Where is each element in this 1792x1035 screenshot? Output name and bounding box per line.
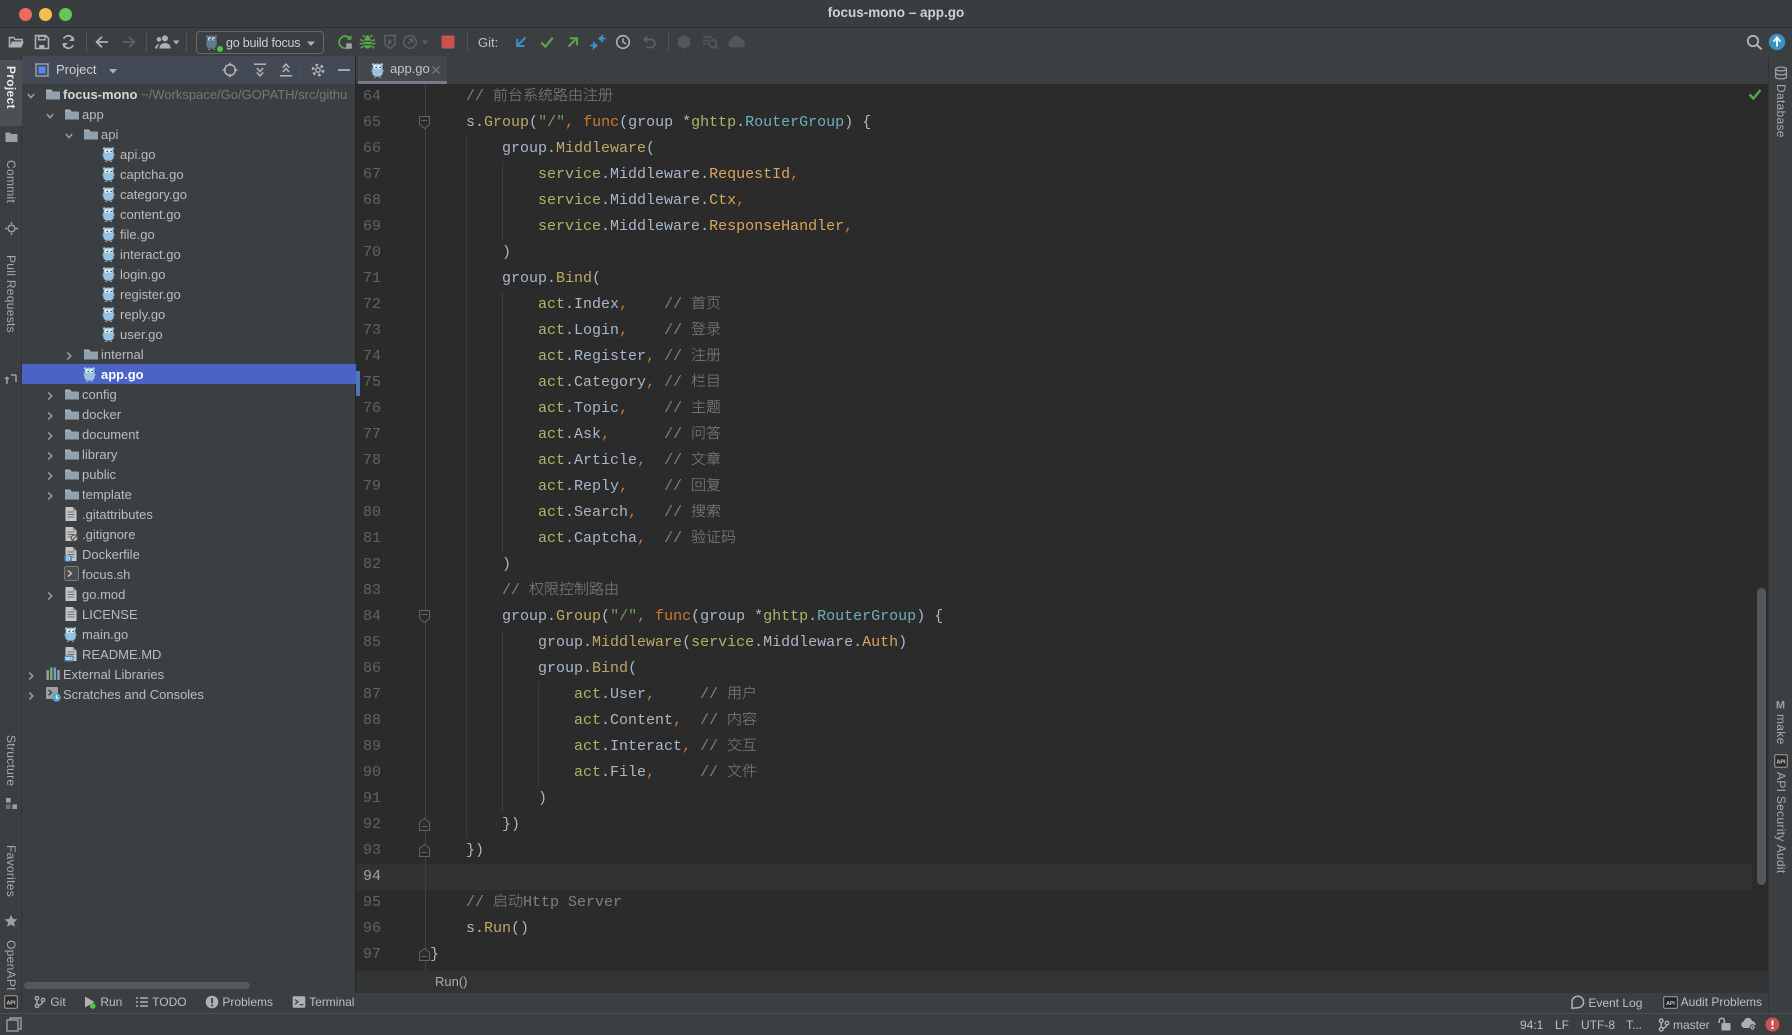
svg-text:API: API bbox=[1666, 1001, 1675, 1007]
